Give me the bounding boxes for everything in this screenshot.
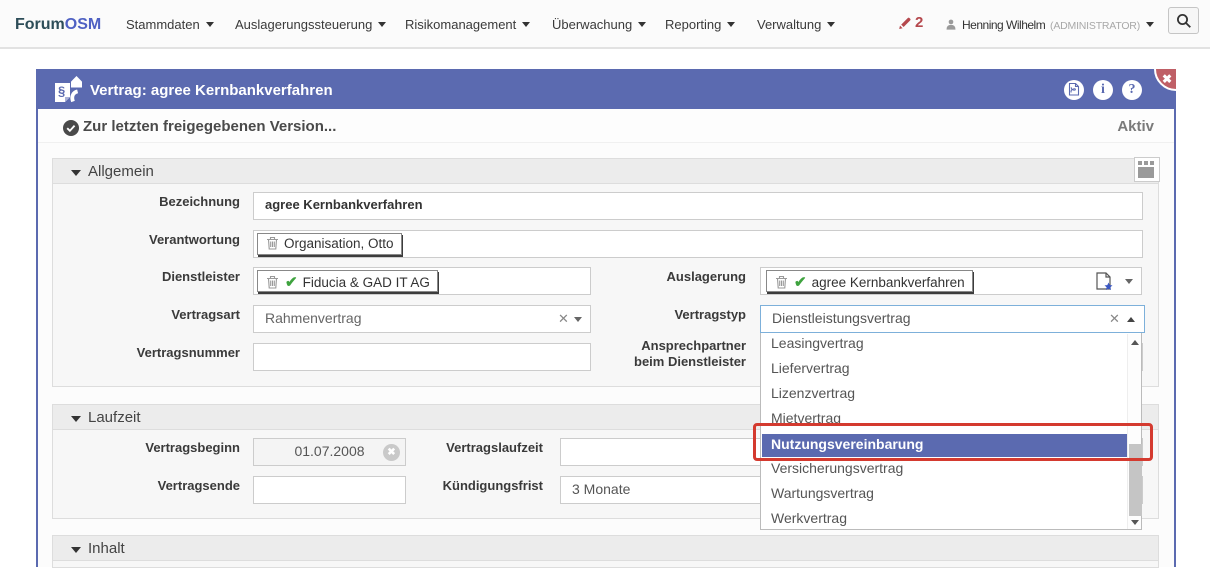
svg-text:§: § xyxy=(58,84,65,99)
